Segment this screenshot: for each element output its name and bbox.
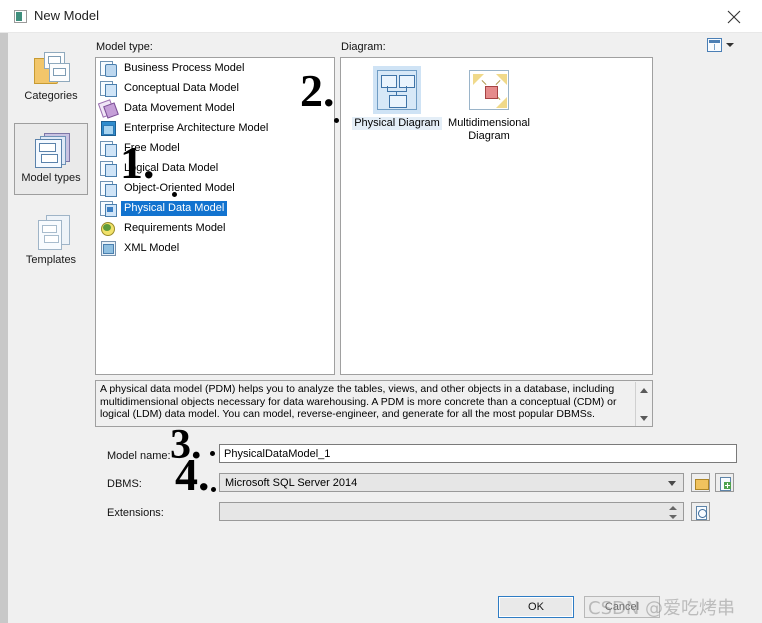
stepper-up-icon [669,506,677,510]
scroll-down-arrow-icon[interactable] [640,416,648,421]
annotation-marker-3: 3. [170,422,202,468]
conceptual-data-model-icon [100,80,117,97]
stepper-down-icon [669,515,677,519]
model-name-input[interactable] [219,444,737,463]
model-type-item-free-model[interactable]: Free Model [96,138,334,158]
logical-data-model-icon [100,160,117,177]
model-type-label-text: Data Movement Model [124,101,235,114]
dbms-browse-button[interactable] [691,473,710,492]
physical-diagram-thumb [373,66,421,114]
close-icon [727,10,741,24]
extensions-input[interactable] [219,502,684,521]
model-types-stack-icon [30,130,72,170]
object-oriented-model-icon [100,180,117,197]
model-type-label-text: Conceptual Data Model [124,81,239,94]
model-type-label-text: Requirements Model [124,221,226,234]
xml-model-icon [100,240,116,256]
model-name-label: Model name: [107,450,171,462]
annotation-pointer-4 [211,487,216,492]
sidebar-item-categories[interactable]: Categories [14,41,88,113]
title-bar: New Model [0,0,762,33]
enterprise-architecture-model-icon [100,120,116,136]
folder-open-icon [695,479,709,490]
magnifier-badge-icon [698,509,707,518]
model-type-item-physical-data-model[interactable]: Physical Data Model [96,198,334,218]
chevron-down-icon [668,481,676,486]
model-window-icon [14,10,27,23]
model-description: A physical data model (PDM) helps you to… [95,380,653,427]
model-type-item-object-oriented-model[interactable]: Object-Oriented Model [96,178,334,198]
dbms-label: DBMS: [107,478,142,490]
dbms-new-button[interactable] [715,473,734,492]
diagram-item-physical-diagram[interactable]: Physical Diagram [349,66,445,130]
requirements-model-icon [100,220,116,236]
description-text: A physical data model (PDM) helps you to… [100,383,617,421]
physical-data-model-icon [100,200,117,217]
annotation-pointer-3 [210,451,215,456]
model-type-label-text: Logical Data Model [124,161,219,174]
model-type-label-text: Free Model [124,141,180,154]
extensions-label: Extensions: [107,507,164,519]
diagram-label: Diagram: [341,41,386,53]
model-type-item-requirements-model[interactable]: Requirements Model [96,218,334,238]
model-type-item-data-movement-model[interactable]: Data Movement Model [96,98,334,119]
business-process-model-icon [100,60,117,77]
model-type-label: Model type: [96,41,153,53]
sidebar-item-label: Templates [25,254,77,266]
model-type-label-text: Enterprise Architecture Model [124,121,269,134]
model-type-label-text: XML Model [124,241,180,254]
sidebar-item-label: Model types [21,172,81,184]
description-scrollbar[interactable] [635,382,651,426]
new-model-dialog: New Model Categories Model types Templat… [0,0,762,623]
extensions-stepper[interactable] [669,505,678,520]
data-movement-model-icon [97,99,119,119]
dbms-selected-value: Microsoft SQL Server 2014 [225,477,358,489]
multidimensional-diagram-thumb [465,66,513,114]
plus-badge-icon [724,482,731,489]
diagram-label-text: Multidimensional Diagram [448,117,530,142]
categories-folder-icon [30,48,72,88]
model-type-list[interactable]: Business Process Model Conceptual Data M… [95,57,335,375]
sidebar-item-label: Categories [24,90,78,102]
cancel-button[interactable]: Cancel [584,596,660,618]
window-left-strip [0,32,8,623]
extensions-properties-button[interactable] [691,502,710,521]
grid-view-icon [707,38,722,52]
chevron-down-icon [726,43,734,47]
diagram-item-multidimensional-diagram[interactable]: Multidimensional Diagram [441,66,537,143]
model-type-label-text: Physical Data Model [121,200,228,216]
model-type-label-text: Business Process Model [124,61,245,74]
scroll-up-arrow-icon[interactable] [640,388,648,393]
window-title: New Model [34,8,100,23]
templates-pages-icon [30,212,72,252]
free-model-icon [100,140,117,157]
model-type-label-text: Object-Oriented Model [124,181,235,194]
model-type-item-conceptual-data-model[interactable]: Conceptual Data Model [96,78,334,98]
annotation-marker-4: 4. [175,449,210,500]
diagram-list[interactable]: Physical Diagram Multidimensional Diagra… [340,57,653,375]
ok-button[interactable]: OK [498,596,574,618]
model-type-item-logical-data-model[interactable]: Logical Data Model [96,158,334,178]
diagram-label-text: Physical Diagram [352,117,442,130]
sidebar: Categories Model types Templates [8,33,93,593]
dbms-select[interactable]: Microsoft SQL Server 2014 [219,473,684,492]
model-type-item-business-process-model[interactable]: Business Process Model [96,58,334,78]
model-type-item-enterprise-architecture-model[interactable]: Enterprise Architecture Model [96,118,334,138]
view-mode-toggle[interactable] [707,37,737,54]
sidebar-item-model-types[interactable]: Model types [14,123,88,195]
close-button[interactable] [712,0,756,31]
model-type-item-xml-model[interactable]: XML Model [96,238,334,258]
sidebar-item-templates[interactable]: Templates [14,205,88,277]
